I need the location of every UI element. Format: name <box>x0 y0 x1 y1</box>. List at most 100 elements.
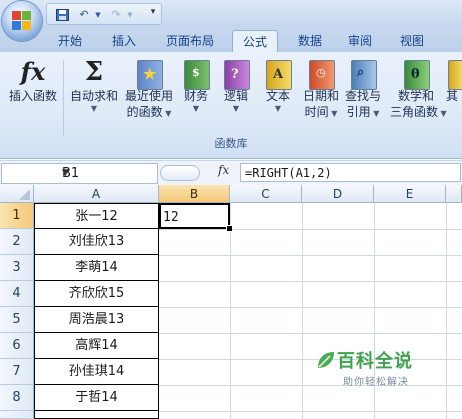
column-header-f[interactable] <box>446 185 462 203</box>
cell-a6[interactable]: 高辉14 <box>34 333 159 359</box>
a-glyph: A <box>273 67 284 82</box>
tab-page-layout[interactable]: 页面布局 <box>160 30 220 52</box>
row-header[interactable] <box>0 411 34 419</box>
text-label: 文本 <box>265 89 290 103</box>
gridline <box>302 203 303 419</box>
column-header-e[interactable]: E <box>374 185 446 203</box>
row-header[interactable]: 8 <box>0 385 34 411</box>
leaf-logo-icon <box>318 352 334 368</box>
ribbon-tabs: 开始 插入 页面布局 公式 数据 审阅 视图 <box>0 28 462 53</box>
formula-input[interactable]: =RIGHT(A1,2) <box>240 163 461 182</box>
cell-a7[interactable]: 孙佳琪14 <box>34 359 159 385</box>
fx-icon[interactable]: fx <box>218 163 229 177</box>
name-box[interactable]: B1 ▼ <box>1 163 158 184</box>
chevron-down-icon[interactable]: ▼ <box>62 164 154 183</box>
row-header[interactable]: 6 <box>0 333 34 359</box>
corner-triangle-icon <box>19 189 30 200</box>
row-header[interactable]: 4 <box>0 281 34 307</box>
tab-insert[interactable]: 插入 <box>104 30 144 52</box>
insert-function-bar-button-wrap: fx <box>160 163 238 182</box>
financial-button[interactable]: $ 财务 ▼ <box>180 56 212 132</box>
column-header-c[interactable]: C <box>230 185 302 203</box>
lookup-label-2: 引用 <box>346 105 371 119</box>
financial-book-icon: $ <box>182 56 210 90</box>
recent-functions-label-2: 的函数 <box>126 105 163 119</box>
tab-view[interactable]: 视图 <box>392 30 432 52</box>
fill-handle[interactable] <box>226 225 233 232</box>
theta-glyph: θ <box>411 67 420 82</box>
function-library-group-label: 函数库 <box>214 137 248 150</box>
chevron-down-icon: ▼ <box>232 104 240 113</box>
recent-functions-label-2-row: 的函数 ▼ <box>122 104 176 122</box>
tab-home[interactable]: 开始 <box>50 30 90 52</box>
insert-function-button[interactable]: fx 插入函数 <box>6 56 60 132</box>
cell-a4[interactable]: 齐欣欣15 <box>34 281 159 307</box>
row-header[interactable]: 1 <box>0 203 34 229</box>
office-logo-icon <box>12 11 32 31</box>
watermark: 百科全说 助你轻松解决 <box>315 345 460 395</box>
save-icon[interactable] <box>55 9 69 21</box>
date-time-label-2: 时间 <box>304 105 329 119</box>
undo-dropdown-icon[interactable]: ▼ <box>91 9 105 21</box>
office-button[interactable] <box>2 1 42 41</box>
tab-data[interactable]: 数据 <box>290 30 330 52</box>
autosum-button[interactable]: Σ 自动求和 ▼ <box>68 56 120 132</box>
chevron-down-icon: ▼ <box>370 109 380 118</box>
math-label-1: 数学和 <box>397 89 434 103</box>
chevron-down-icon: ▼ <box>328 109 338 118</box>
watermark-subtitle: 助你轻松解决 <box>343 377 409 388</box>
text-book-icon: A <box>264 56 292 90</box>
redo-icon[interactable]: ↷ <box>109 9 123 21</box>
date-time-button[interactable]: ◷ 日期和 时间 ▼ <box>300 56 342 132</box>
date-time-label-1: 日期和 <box>302 89 339 103</box>
column-header-a[interactable]: A <box>34 185 159 203</box>
formula-bar-expand-pill[interactable] <box>160 165 200 181</box>
chevron-down-icon: ▼ <box>90 104 98 113</box>
more-functions-label: 其 <box>446 89 459 103</box>
column-header-b[interactable]: B <box>159 185 230 203</box>
star-book-icon: ★ <box>135 56 163 90</box>
select-all-corner[interactable] <box>0 185 34 203</box>
more-book-icon <box>446 56 462 90</box>
more-functions-button[interactable]: 其 <box>446 56 462 132</box>
redo-dropdown-icon[interactable]: ▼ <box>123 9 137 21</box>
insert-function-label: 插入函数 <box>8 89 57 103</box>
column-header-d[interactable]: D <box>302 185 374 203</box>
text-button[interactable]: A 文本 ▼ <box>262 56 294 132</box>
lookup-label-1: 查找与 <box>344 89 381 103</box>
chevron-down-icon: ▼ <box>274 104 282 113</box>
math-label-2-row: 三角函数 ▼ <box>390 104 447 122</box>
row-header[interactable]: 3 <box>0 255 34 281</box>
cell-a8[interactable]: 于哲14 <box>34 385 159 411</box>
active-cell-b1[interactable]: 12 <box>159 203 230 229</box>
formulas-ribbon: fx 插入函数 Σ 自动求和 ▼ ★ 最近使用 的函数 ▼ $ 财务 ▼ ? 逻… <box>0 52 462 159</box>
math-label-2: 三角函数 <box>390 105 439 119</box>
chevron-down-icon: ▼ <box>162 109 172 118</box>
fx-glyph: fx <box>20 57 46 86</box>
formula-bar: B1 ▼ fx =RIGHT(A1,2) <box>0 160 462 185</box>
undo-icon[interactable]: ↶ <box>77 9 91 21</box>
title-bar: ↶ ▼ ↷ ▼ ▾ <box>0 0 462 28</box>
row-header[interactable]: 5 <box>0 307 34 333</box>
calendar-book-icon: ◷ <box>307 56 335 90</box>
tab-formulas[interactable]: 公式 <box>232 30 278 53</box>
gridline <box>230 203 231 419</box>
watermark-title: 百科全说 <box>337 351 413 372</box>
cell-a2[interactable]: 刘佳欣13 <box>34 229 159 255</box>
sigma-icon: Σ <box>74 56 114 88</box>
row-header[interactable]: 7 <box>0 359 34 385</box>
logical-button[interactable]: ? 逻辑 ▼ <box>220 56 252 132</box>
fx-icon: fx <box>13 56 53 88</box>
cell-a1[interactable]: 张一12 <box>34 203 159 229</box>
lookup-reference-button[interactable]: ⌕ 查找与 引用 ▼ <box>342 56 384 132</box>
math-book-icon: θ <box>402 56 430 90</box>
cell-a5[interactable]: 周浩晨13 <box>34 307 159 333</box>
customize-icon[interactable]: ▾ <box>146 6 160 18</box>
cell-a9[interactable] <box>34 411 159 419</box>
logical-label: 逻辑 <box>223 89 248 103</box>
tab-review[interactable]: 审阅 <box>340 30 380 52</box>
recent-functions-button[interactable]: ★ 最近使用 的函数 ▼ <box>122 56 176 132</box>
cell-a3[interactable]: 李萌14 <box>34 255 159 281</box>
row-header[interactable]: 2 <box>0 229 34 255</box>
math-trig-button[interactable]: θ 数学和 三角函数 ▼ <box>390 56 447 132</box>
